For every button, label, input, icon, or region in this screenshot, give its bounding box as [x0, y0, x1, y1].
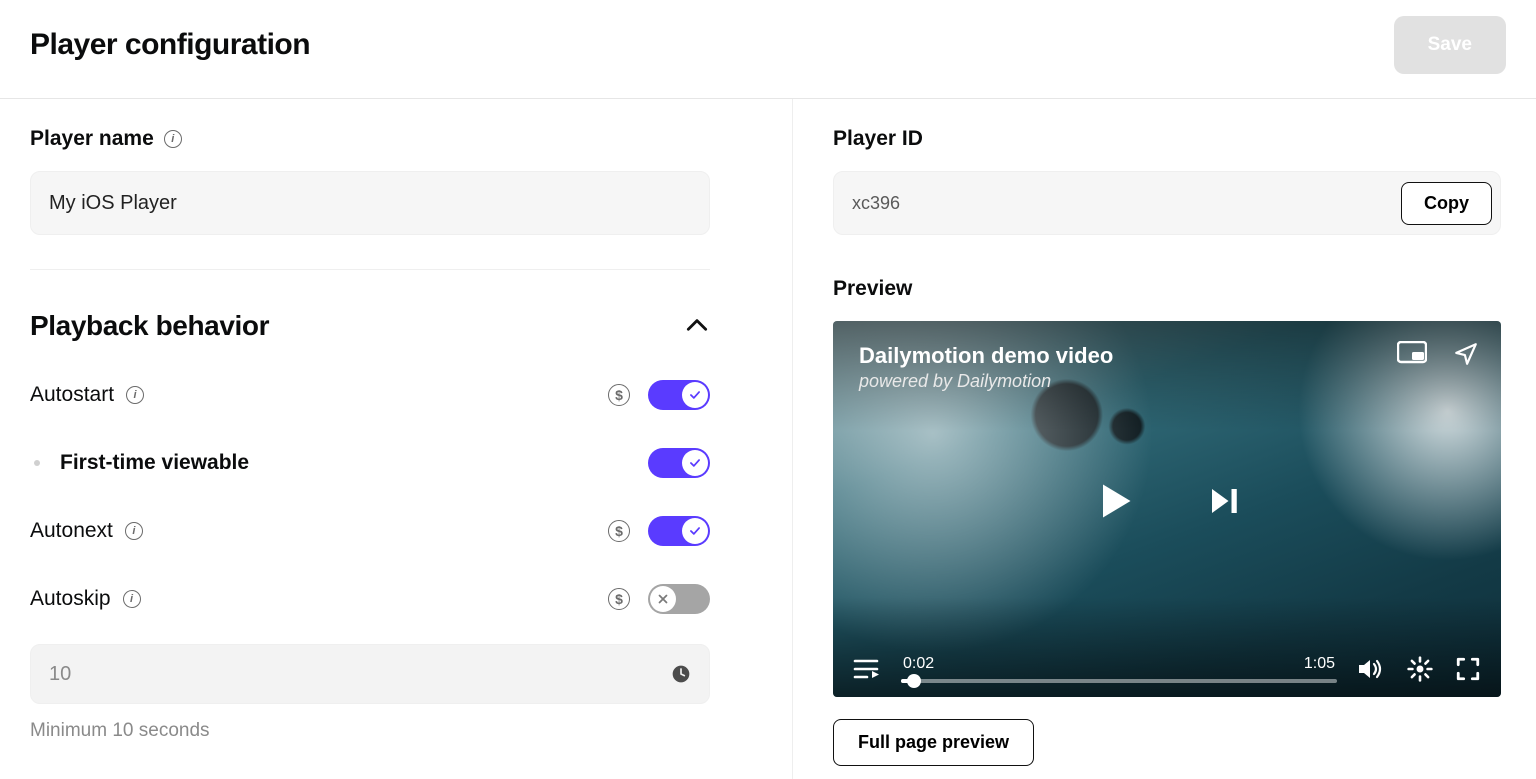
- progress-area: 0:02 1:05: [901, 655, 1337, 683]
- autoskip-label: Autoskip: [30, 587, 111, 611]
- player-name-value: My iOS Player: [49, 192, 177, 215]
- autonext-row: Autonext i $: [30, 516, 710, 546]
- first-viewable-toggle[interactable]: [648, 448, 710, 478]
- autoskip-seconds-input[interactable]: 10: [30, 644, 710, 704]
- info-icon[interactable]: i: [123, 590, 141, 608]
- autoskip-toggle[interactable]: [648, 584, 710, 614]
- autostart-row: Autostart i $: [30, 380, 710, 410]
- first-viewable-row: First-time viewable: [30, 448, 710, 478]
- chevron-up-icon: [684, 313, 710, 339]
- check-icon: [688, 388, 702, 402]
- right-column: Player ID xc396 Copy Preview Dailymotion…: [792, 99, 1536, 779]
- autoskip-seconds-value: 10: [49, 663, 71, 686]
- playback-section-header[interactable]: Playback behavior: [30, 310, 710, 342]
- autonext-label: Autonext: [30, 519, 113, 543]
- player-id-label: Player ID: [833, 127, 1500, 151]
- video-title: Dailymotion demo video: [859, 343, 1113, 369]
- fullscreen-icon[interactable]: [1455, 656, 1481, 682]
- divider: [30, 269, 710, 270]
- playlist-icon[interactable]: [853, 657, 881, 681]
- settings-icon[interactable]: [1407, 656, 1433, 682]
- pip-icon[interactable]: [1397, 341, 1427, 367]
- left-column: Player name i My iOS Player Playback beh…: [0, 99, 792, 779]
- x-icon: [656, 592, 670, 606]
- monetization-icon[interactable]: $: [608, 384, 630, 406]
- video-player[interactable]: Dailymotion demo video powered by Dailym…: [833, 321, 1501, 697]
- autoskip-row: Autoskip i $: [30, 584, 710, 614]
- toggle-knob: [682, 518, 708, 544]
- header-bar: Player configuration Save: [0, 0, 1536, 99]
- seek-bar[interactable]: [901, 679, 1337, 683]
- toggle-knob: [650, 586, 676, 612]
- preview-label: Preview: [833, 277, 1500, 301]
- autostart-label: Autostart: [30, 383, 114, 407]
- share-icon[interactable]: [1453, 341, 1479, 367]
- player-id-label-text: Player ID: [833, 127, 923, 151]
- autoskip-helper-text: Minimum 10 seconds: [30, 720, 752, 742]
- info-icon[interactable]: i: [126, 386, 144, 404]
- time-duration: 1:05: [1304, 655, 1335, 673]
- autonext-toggle[interactable]: [648, 516, 710, 546]
- player-name-label-text: Player name: [30, 127, 154, 151]
- check-icon: [688, 524, 702, 538]
- volume-icon[interactable]: [1357, 656, 1385, 682]
- full-page-preview-button[interactable]: Full page preview: [833, 719, 1034, 766]
- toggle-knob: [682, 382, 708, 408]
- copy-button[interactable]: Copy: [1401, 182, 1492, 225]
- autostart-toggle[interactable]: [648, 380, 710, 410]
- clock-icon: [671, 664, 691, 684]
- next-icon[interactable]: [1206, 483, 1242, 519]
- check-icon: [688, 456, 702, 470]
- info-icon[interactable]: i: [125, 522, 143, 540]
- player-id-box: xc396 Copy: [833, 171, 1501, 235]
- save-button[interactable]: Save: [1394, 16, 1506, 74]
- player-name-label: Player name i: [30, 127, 752, 151]
- playback-section-title: Playback behavior: [30, 310, 269, 342]
- page-title: Player configuration: [30, 28, 310, 62]
- video-subtitle: powered by Dailymotion: [859, 371, 1051, 392]
- player-name-input[interactable]: My iOS Player: [30, 171, 710, 235]
- info-icon[interactable]: i: [164, 130, 182, 148]
- seek-thumb[interactable]: [907, 674, 921, 688]
- player-id-value: xc396: [852, 193, 900, 214]
- monetization-icon[interactable]: $: [608, 588, 630, 610]
- time-elapsed: 0:02: [903, 655, 934, 673]
- monetization-icon[interactable]: $: [608, 520, 630, 542]
- bullet-icon: [34, 460, 40, 466]
- first-viewable-label: First-time viewable: [60, 451, 249, 475]
- toggle-knob: [682, 450, 708, 476]
- play-icon[interactable]: [1092, 479, 1136, 523]
